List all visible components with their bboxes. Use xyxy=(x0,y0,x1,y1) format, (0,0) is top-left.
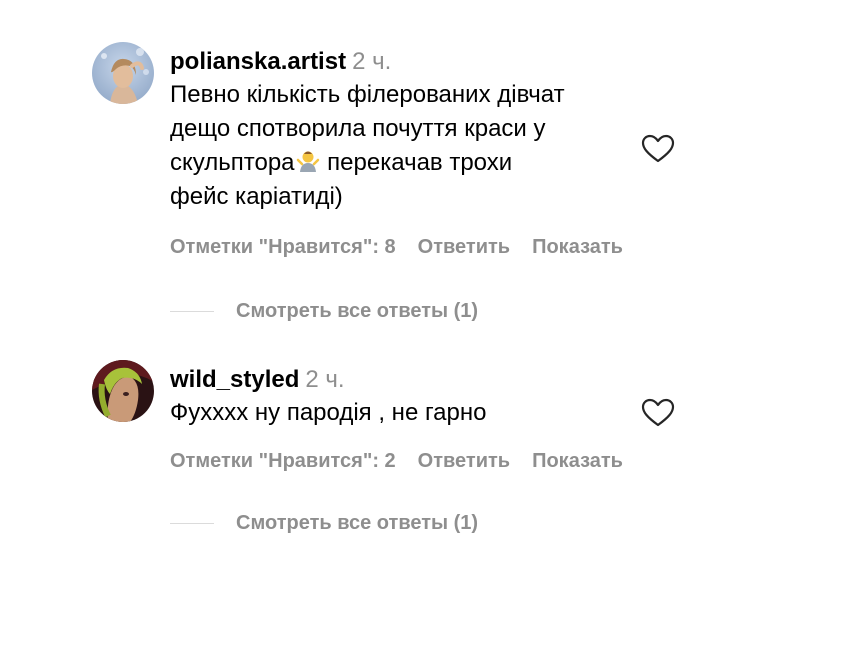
likes-count-link[interactable]: Отметки "Нравится": 2 xyxy=(170,450,396,472)
comment-timestamp[interactable]: 2 ч. xyxy=(305,366,344,393)
comment-header: wild_styled 2 ч. xyxy=(170,364,640,396)
view-replies[interactable]: Смотреть все ответы (1) xyxy=(170,512,478,535)
comment-actions: Отметки "Нравится": 8 Ответить Показать xyxy=(170,236,702,259)
person-shrugging-emoji-icon xyxy=(295,148,321,174)
heart-icon[interactable] xyxy=(641,398,675,428)
view-replies-label[interactable]: Смотреть все ответы (1) xyxy=(236,300,478,322)
reply-button[interactable]: Ответить xyxy=(418,450,510,472)
comment-text: Певно кількість філерованих дівчат дещо … xyxy=(170,78,640,214)
comment-actions: Отметки "Нравится": 2 Ответить Показать xyxy=(170,450,702,473)
comment-content: wild_styled 2 ч. Фухххх ну пародія , не г… xyxy=(170,364,640,430)
reply-button[interactable]: Ответить xyxy=(418,236,510,258)
comment-item: wild_styled 2 ч. Фухххх ну пародія , не г… xyxy=(92,360,712,560)
comment-username[interactable]: wild_styled xyxy=(170,366,299,393)
comment-timestamp[interactable]: 2 ч. xyxy=(352,48,391,75)
view-replies[interactable]: Смотреть все ответы (1) xyxy=(170,300,478,323)
view-replies-label[interactable]: Смотреть все ответы (1) xyxy=(236,512,478,534)
avatar[interactable] xyxy=(92,42,154,104)
comment-username[interactable]: polianska.artist xyxy=(170,48,346,75)
avatar[interactable] xyxy=(92,360,154,422)
replies-divider xyxy=(170,523,214,525)
comment-item: polianska.artist 2 ч. Певно кількість філ… xyxy=(92,42,712,322)
likes-count-link[interactable]: Отметки "Нравится": 8 xyxy=(170,236,396,258)
comment-text: Фухххх ну пародія , не гарно xyxy=(170,399,487,426)
comment-header: polianska.artist 2 ч. xyxy=(170,46,640,78)
show-translation-button[interactable]: Показать xyxy=(532,236,623,258)
heart-icon[interactable] xyxy=(641,134,675,164)
show-translation-button[interactable]: Показать xyxy=(532,450,623,472)
replies-divider xyxy=(170,311,214,313)
comment-content: polianska.artist 2 ч. Певно кількість філ… xyxy=(170,46,640,214)
